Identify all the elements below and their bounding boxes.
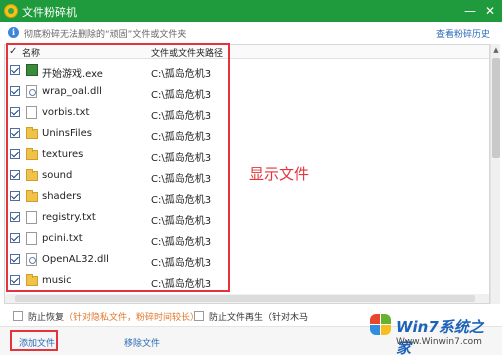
windows-logo-icon xyxy=(370,314,392,336)
prevent-regeneration-text: 防止文件再生 xyxy=(209,313,264,323)
prevent-regeneration-note: （针对木马 xyxy=(263,313,309,323)
prevent-regeneration-label[interactable]: 防止文件再生（针对木马 xyxy=(209,310,308,323)
info-bar: i 彻底粉碎无法删除的“顽固”文件或文件夹 查看粉碎历史 xyxy=(0,24,502,42)
window-title: 文件粉碎机 xyxy=(22,6,77,19)
watermark-brand: Win7系统之家 xyxy=(396,318,484,355)
add-file-button[interactable]: 添加文件 xyxy=(19,336,55,349)
watermark-url: Www.Winwin7.com xyxy=(396,337,482,347)
prevent-recovery-checkbox[interactable] xyxy=(13,311,23,321)
prevent-recovery-note: （针对隐私文件，粉碎时间较长） xyxy=(64,313,200,323)
prevent-regeneration-checkbox[interactable] xyxy=(194,311,204,321)
vertical-scroll-thumb[interactable] xyxy=(492,58,500,158)
annotation-text: 显示文件 xyxy=(249,165,310,183)
prevent-recovery-text: 防止恢复 xyxy=(28,313,65,323)
horizontal-scrollbar[interactable] xyxy=(5,294,489,303)
title-bar: 文件粉碎机 — ✕ xyxy=(0,0,502,22)
horizontal-scroll-thumb[interactable] xyxy=(15,295,475,302)
vertical-scrollbar[interactable]: ▲ xyxy=(490,44,500,304)
watermark: Win7系统之家 Www.Winwin7.com xyxy=(370,310,498,355)
highlight-frame-file-list xyxy=(6,43,230,292)
close-button[interactable]: ✕ xyxy=(482,3,498,19)
prevent-recovery-label[interactable]: 防止恢复（针对隐私文件，粉碎时间较长） xyxy=(28,310,199,323)
shredder-app-icon xyxy=(4,4,18,18)
minimize-button[interactable]: — xyxy=(462,3,478,19)
scroll-up-arrow-icon[interactable]: ▲ xyxy=(491,44,501,56)
info-icon: i xyxy=(8,27,19,38)
info-text: 彻底粉碎无法删除的“顽固”文件或文件夹 xyxy=(24,30,187,40)
view-history-link[interactable]: 查看粉碎历史 xyxy=(436,27,490,40)
remove-file-button[interactable]: 移除文件 xyxy=(124,336,160,349)
